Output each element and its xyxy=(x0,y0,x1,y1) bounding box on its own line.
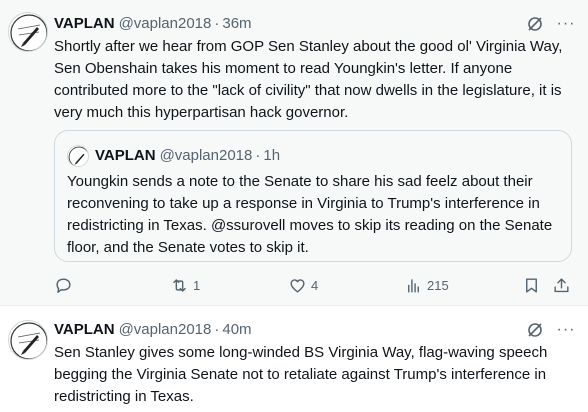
share-button[interactable] xyxy=(552,274,571,296)
grok-icon xyxy=(528,17,542,31)
quoted-post-timestamp: 1h xyxy=(263,146,281,164)
vaplan-logo-icon xyxy=(68,146,88,166)
reply-icon xyxy=(56,277,71,293)
post[interactable]: VAPLAN @vaplan2018 · 40m ··· Sen Stanley… xyxy=(0,306,588,412)
repost-button[interactable]: 1 xyxy=(170,274,200,296)
post-timestamp[interactable]: 40m xyxy=(222,321,251,338)
like-icon xyxy=(290,278,305,293)
more-options-button[interactable]: ··· xyxy=(554,13,578,35)
grok-button[interactable] xyxy=(524,13,546,35)
like-count: 4 xyxy=(311,277,319,293)
vaplan-logo-icon xyxy=(10,322,47,359)
post-header: VAPLAN @vaplan2018 · 36m xyxy=(54,13,252,33)
user-handle[interactable]: @vaplan2018 xyxy=(119,321,212,338)
post-actions: 1 4 215 xyxy=(54,274,578,296)
quoted-avatar[interactable] xyxy=(67,145,89,167)
quoted-user-handle: @vaplan2018 xyxy=(159,146,253,164)
quoted-post-text: Youngkin sends a note to the Senate to s… xyxy=(67,173,553,256)
grok-button[interactable] xyxy=(524,319,546,341)
more-icon: ··· xyxy=(556,321,576,338)
share-icon xyxy=(554,277,569,292)
repost-icon xyxy=(173,278,186,292)
avatar[interactable] xyxy=(8,12,48,52)
post-text: Shortly after we hear from GOP Sen Stanl… xyxy=(54,38,563,121)
views-count: 215 xyxy=(427,277,449,293)
repost-count: 1 xyxy=(193,277,201,293)
post-header: VAPLAN @vaplan2018 · 40m xyxy=(54,319,252,339)
post-timestamp[interactable]: 36m xyxy=(222,15,251,32)
bookmark-icon xyxy=(526,277,537,293)
display-name[interactable]: VAPLAN xyxy=(54,321,115,338)
views-icon xyxy=(408,278,419,293)
quoted-post-header: VAPLAN @vaplan2018 · 1h xyxy=(95,145,280,165)
avatar[interactable] xyxy=(8,320,48,360)
more-icon: ··· xyxy=(556,15,576,32)
more-options-button[interactable]: ··· xyxy=(554,319,578,341)
user-handle[interactable]: @vaplan2018 xyxy=(119,15,212,32)
bookmark-button[interactable] xyxy=(522,274,541,296)
quoted-display-name: VAPLAN xyxy=(95,146,156,164)
separator-dot: · xyxy=(214,320,220,338)
display-name[interactable]: VAPLAN xyxy=(54,15,115,32)
vaplan-logo-icon xyxy=(10,14,47,51)
reply-button[interactable] xyxy=(54,274,77,296)
quoted-post[interactable]: VAPLAN @vaplan2018 · 1h Youngkin sends a… xyxy=(54,130,572,262)
views-button[interactable]: 215 xyxy=(404,274,449,296)
grok-icon xyxy=(528,323,542,337)
separator-dot: · xyxy=(255,146,261,164)
separator-dot: · xyxy=(214,14,220,32)
like-button[interactable]: 4 xyxy=(288,274,318,296)
post-text: Sen Stanley gives some long-winded BS Vi… xyxy=(54,344,548,405)
post[interactable]: VAPLAN @vaplan2018 · 36m ··· Shortly aft… xyxy=(0,0,588,306)
